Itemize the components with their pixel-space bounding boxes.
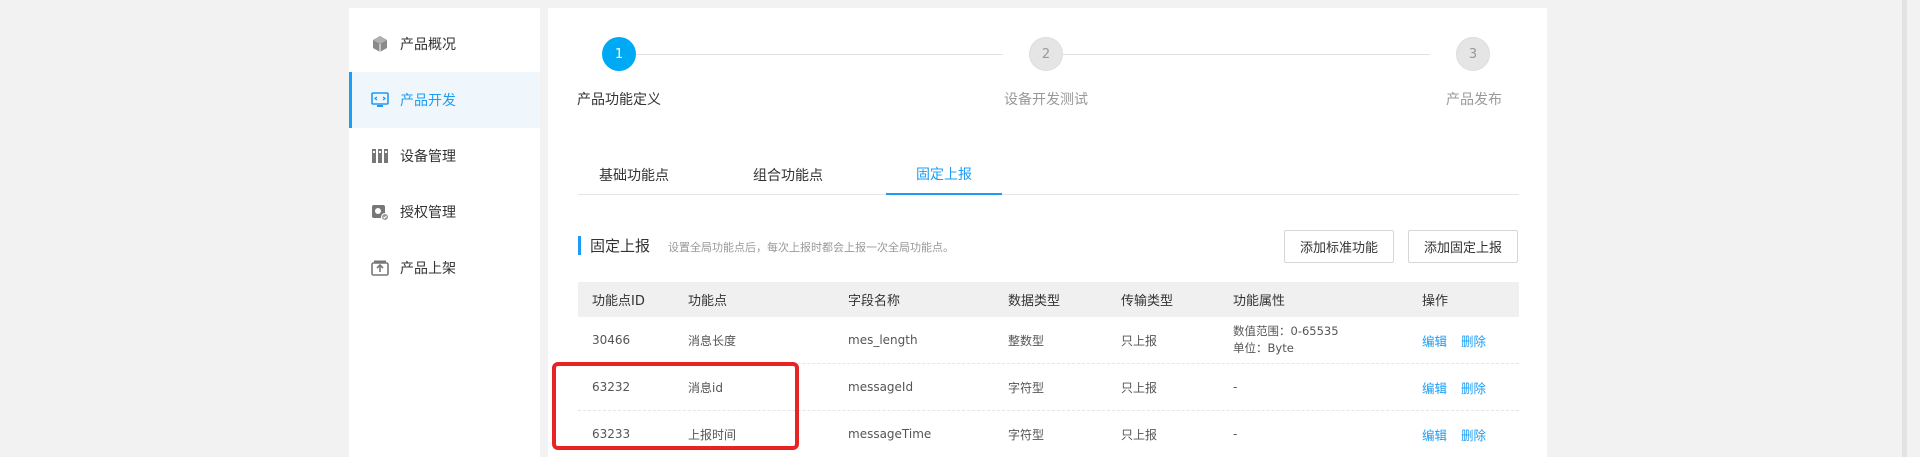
step-1-circle: 1 — [602, 37, 636, 71]
cell-id: 30466 — [592, 333, 631, 347]
step-3-label: 产品发布 — [1446, 92, 1502, 108]
column-header: 操作 — [1422, 294, 1449, 309]
attr-unit: 单位：Byte — [1233, 341, 1294, 355]
attr-range: 数值范围：0-65535 — [1233, 324, 1339, 338]
table-row: 63233 上报时间 messageTime 字符型 只上报 - 编辑 删除 — [578, 411, 1519, 457]
cell-actions: 编辑 删除 — [1422, 411, 1500, 457]
step-2-label: 设备开发测试 — [1004, 92, 1088, 108]
tab-fixed-report[interactable]: 固定上报 — [886, 155, 1002, 195]
sidebar-item-license-management[interactable]: 授权管理 — [349, 184, 540, 240]
column-header: 功能点ID — [592, 294, 645, 309]
cell-name: 上报时间 — [688, 427, 737, 442]
sidebar-item-product-listing[interactable]: 产品上架 — [349, 240, 540, 296]
table-row: 63232 消息id messageId 字符型 只上报 - 编辑 删除 — [578, 364, 1519, 411]
column-header: 功能属性 — [1233, 294, 1286, 309]
edit-link[interactable]: 编辑 — [1422, 378, 1447, 397]
cell-field: mes_length — [848, 333, 918, 347]
monitor-code-icon — [371, 91, 389, 109]
page-scroll-edge — [1902, 0, 1907, 457]
step-2-circle: 2 — [1029, 37, 1063, 71]
sidebar-item-label: 产品概况 — [400, 37, 456, 53]
step-connector — [1060, 54, 1430, 55]
sidebar-item-product-development[interactable]: 产品开发 — [349, 72, 540, 128]
cell-field: messageId — [848, 380, 914, 394]
sidebar-item-device-management[interactable]: 设备管理 — [349, 128, 540, 184]
column-header: 传输类型 — [1121, 294, 1174, 309]
cell-name: 消息长度 — [688, 333, 737, 348]
sidebar-item-label: 授权管理 — [400, 205, 456, 221]
column-header: 功能点 — [688, 294, 728, 309]
sidebar-item-label: 设备管理 — [400, 149, 456, 165]
section-description: 设置全局功能点后，每次上报时都会上报一次全局功能点。 — [668, 241, 954, 254]
shelf-upload-icon — [371, 259, 389, 277]
cell-attributes: 数值范围：0-65535 单位：Byte — [1233, 317, 1339, 363]
cell-id: 63232 — [592, 380, 631, 394]
step-3-circle: 3 — [1456, 37, 1490, 71]
add-fixed-report-button[interactable]: 添加固定上报 — [1408, 230, 1518, 263]
step-1-label: 产品功能定义 — [577, 92, 661, 108]
cell-type: 整数型 — [1008, 333, 1045, 348]
table-header: 功能点ID 功能点 字段名称 数据类型 传输类型 功能属性 操作 — [578, 282, 1519, 317]
sidebar: 产品概况 产品开发 设备管理 授权管理 产品上架 — [349, 8, 540, 457]
delete-link[interactable]: 删除 — [1461, 425, 1486, 444]
add-standard-function-button[interactable]: 添加标准功能 — [1284, 230, 1394, 263]
edit-link[interactable]: 编辑 — [1422, 331, 1447, 350]
cell-transfer: 只上报 — [1121, 333, 1158, 348]
cell-attributes: - — [1233, 380, 1238, 394]
main-panel: 1 2 3 产品功能定义 设备开发测试 产品发布 基础功能点 组合功能点 固定上… — [548, 8, 1547, 457]
sidebar-item-label: 产品开发 — [400, 93, 456, 109]
cell-actions: 编辑 删除 — [1422, 317, 1500, 363]
step-connector — [633, 54, 1003, 55]
cube-icon — [371, 35, 389, 53]
license-icon — [371, 203, 389, 221]
cell-id: 63233 — [592, 427, 631, 441]
function-tabs: 基础功能点 组合功能点 固定上报 — [578, 155, 1519, 195]
section-marker — [578, 236, 581, 255]
sidebar-item-label: 产品上架 — [400, 261, 456, 277]
section-title: 固定上报 — [590, 237, 651, 255]
table-row: 30466 消息长度 mes_length 整数型 只上报 数值范围：0-655… — [578, 317, 1519, 364]
column-header: 字段名称 — [848, 294, 901, 309]
edit-link[interactable]: 编辑 — [1422, 425, 1447, 444]
tab-basic-functions[interactable]: 基础功能点 — [578, 155, 690, 195]
delete-link[interactable]: 删除 — [1461, 331, 1486, 350]
cell-type: 字符型 — [1008, 427, 1045, 442]
device-rack-icon — [371, 147, 389, 165]
cell-field: messageTime — [848, 427, 932, 441]
cell-type: 字符型 — [1008, 380, 1045, 395]
fixed-report-table: 功能点ID 功能点 字段名称 数据类型 传输类型 功能属性 操作 30466 消… — [578, 282, 1519, 457]
cell-transfer: 只上报 — [1121, 380, 1158, 395]
tab-combined-functions[interactable]: 组合功能点 — [732, 155, 844, 195]
sidebar-item-product-overview[interactable]: 产品概况 — [349, 16, 540, 72]
cell-name: 消息id — [688, 380, 723, 395]
delete-link[interactable]: 删除 — [1461, 378, 1486, 397]
column-header: 数据类型 — [1008, 294, 1061, 309]
cell-actions: 编辑 删除 — [1422, 364, 1500, 410]
cell-attributes: - — [1233, 427, 1238, 441]
cell-transfer: 只上报 — [1121, 427, 1158, 442]
